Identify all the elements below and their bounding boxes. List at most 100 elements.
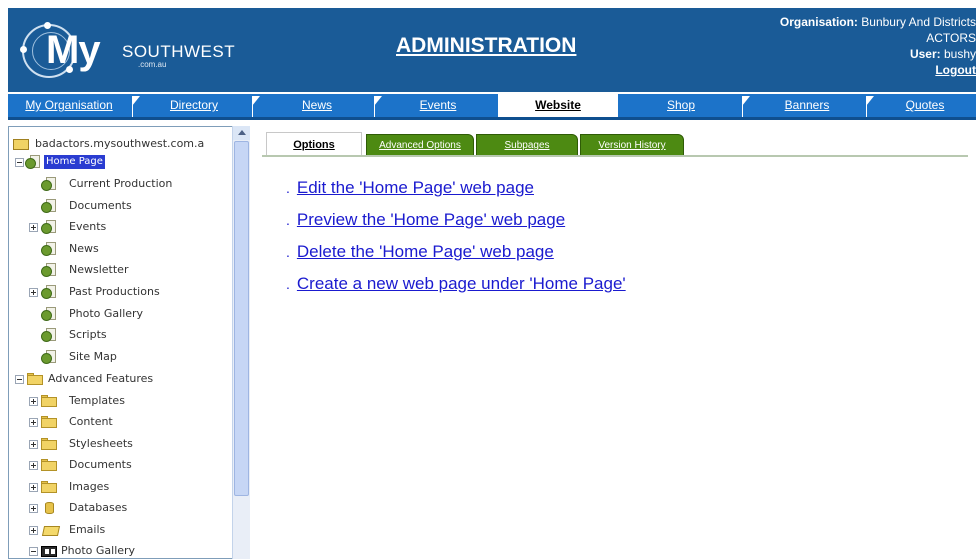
nav-quotes[interactable]: Quotes [874,94,976,117]
tree-item-label: Content [69,415,113,428]
org-label: Organisation: [779,15,858,29]
tree-item[interactable]: News [41,240,241,258]
tree-item[interactable]: Databases [29,499,241,517]
bullet-icon: . [286,180,290,196]
expand-icon[interactable] [29,440,38,449]
tree-root-item[interactable]: badactors.mysouthwest.com.a [13,135,243,153]
web-page-icon [41,328,57,342]
tree-item[interactable]: Emails [29,521,241,539]
preview-page-link[interactable]: Preview the 'Home Page' web page [297,210,565,229]
web-page-icon [41,350,57,364]
web-page-icon [41,307,57,321]
expand-icon[interactable] [29,483,38,492]
tree-item[interactable]: Newsletter [41,261,241,279]
scroll-thumb[interactable] [234,141,249,496]
nav-events[interactable]: Events [382,94,494,117]
tree-item-label: Home Page [44,155,105,169]
nav-my-organisation[interactable]: My Organisation [8,94,130,117]
nav-news[interactable]: News [262,94,372,117]
action-item: . Create a new web page under 'Home Page' [286,274,626,294]
expand-icon[interactable] [29,461,38,470]
mysouthwest-logo[interactable]: My SOUTHWEST .com.au [18,22,258,78]
tab-advanced-options[interactable]: Advanced Options [366,134,474,156]
folder-icon [41,438,57,450]
email-icon [41,526,61,536]
tree-item-label: Documents [69,199,132,212]
nav-banners[interactable]: Banners [750,94,864,117]
tree-item[interactable]: Photo Gallery [29,542,241,558]
organisation-info: Organisation: Bunbury And Districts ACTO… [726,14,976,78]
tree-item-home-page[interactable]: Home Page [13,153,243,171]
tab-underline [262,155,968,157]
web-page-icon [41,242,57,256]
tree-item[interactable]: Scripts [41,326,241,344]
delete-page-link[interactable]: Delete the 'Home Page' web page [297,242,554,261]
collapse-icon[interactable] [29,547,38,556]
tree-item[interactable]: Content [29,413,241,431]
folder-icon [41,395,57,407]
database-icon [45,502,54,514]
logout-link[interactable]: Logout [935,63,976,77]
tree-item[interactable]: Images [29,478,241,496]
tree-item-advanced-features[interactable]: Advanced Features [15,370,241,388]
expand-icon[interactable] [29,418,38,427]
tree-item-label: Current Production [69,177,173,190]
logo-my-text: My [46,28,101,72]
expand-icon[interactable] [29,526,38,535]
tree-item-label: Advanced Features [48,372,154,385]
tab-version-history[interactable]: Version History [580,134,684,156]
page-tabs: Options Advanced Options Subpages Versio… [262,130,968,157]
tree-item-label: Events [69,220,107,233]
action-item: . Delete the 'Home Page' web page [286,242,554,262]
tree-item-label: Images [69,480,110,493]
nav-website[interactable]: Website [498,94,618,117]
bullet-icon: . [286,244,290,260]
tree-item-label: Emails [69,523,106,536]
expand-icon[interactable] [29,288,38,297]
main-nav: My Organisation Directory News Events We… [8,94,976,120]
collapse-icon[interactable] [15,158,24,167]
edit-page-link[interactable]: Edit the 'Home Page' web page [297,178,534,197]
tree-item[interactable]: Current Production [41,175,241,193]
create-page-link[interactable]: Create a new web page under 'Home Page' [297,274,626,293]
tab-subpages[interactable]: Subpages [476,134,578,156]
site-tree: badactors.mysouthwest.com.a Home Page Cu… [8,126,250,559]
page-title[interactable]: ADMINISTRATION [396,34,576,58]
org-name: Bunbury And Districts [861,15,976,29]
tab-options[interactable]: Options [266,132,362,157]
logo-domain-text: .com.au [138,60,167,69]
expand-icon[interactable] [29,397,38,406]
tree-item-label: Documents [69,458,132,471]
nav-directory[interactable]: Directory [140,94,248,117]
tree-item[interactable]: Events [29,218,241,236]
tree-item[interactable]: Photo Gallery [41,305,241,323]
expand-icon[interactable] [29,504,38,513]
user-name: bushy [943,47,976,61]
tree-item[interactable]: Documents [29,456,241,474]
tree-item-label: Newsletter [69,263,129,276]
web-page-icon [41,285,57,299]
nav-separator [252,96,260,117]
tree-item[interactable]: Documents [41,197,241,215]
expand-icon[interactable] [29,223,38,232]
collapse-icon[interactable] [15,375,24,384]
nav-separator [374,96,382,117]
site-root-icon [13,139,29,150]
logo-dot-icon [20,46,27,53]
tree-root-label: badactors.mysouthwest.com.a [35,137,205,150]
nav-shop[interactable]: Shop [620,94,742,117]
tree-item-label: Scripts [69,328,107,341]
tree-item[interactable]: Past Productions [29,283,241,301]
bullet-icon: . [286,276,290,292]
web-page-icon [41,220,57,234]
user-label: User: [909,47,941,61]
tree-scrollbar[interactable] [232,126,250,559]
tree-item[interactable]: Stylesheets [29,435,241,453]
tree-item[interactable]: Templates [29,392,241,410]
tree-item-label: News [69,242,99,255]
tree-item-label: Photo Gallery [61,544,136,557]
action-item: . Edit the 'Home Page' web page [286,178,534,198]
tree-item[interactable]: Site Map [41,348,241,366]
scroll-up-arrow-icon[interactable] [233,126,250,140]
tree-item-label: Photo Gallery [69,307,144,320]
